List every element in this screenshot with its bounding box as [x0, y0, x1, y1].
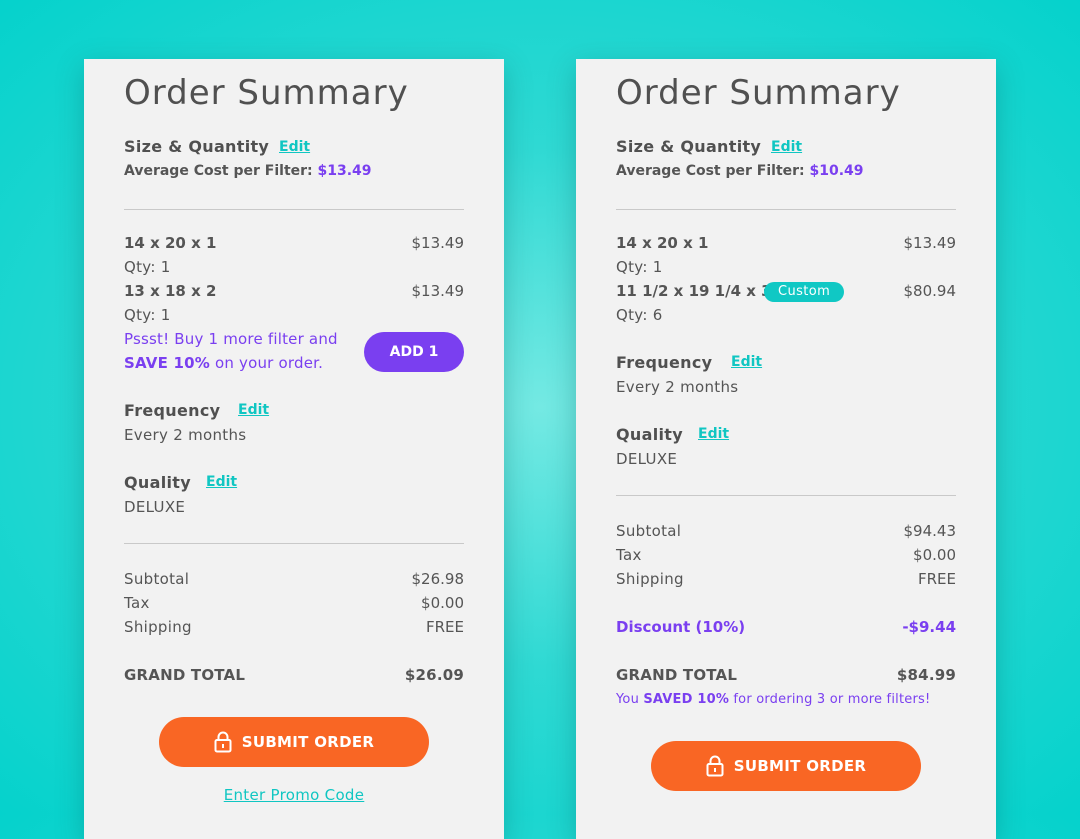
- discount-label: Discount (10%): [616, 618, 746, 636]
- edit-frequency-link[interactable]: Edit: [238, 402, 269, 418]
- subtotal-label: Subtotal: [124, 570, 190, 588]
- saved-rest: for ordering 3 or more filters!: [729, 692, 931, 707]
- order-summary-card-right: Order Summary Size & Quantity Edit Avera…: [576, 59, 996, 839]
- size-quantity-heading: Size & Quantity: [124, 137, 270, 156]
- add-one-button[interactable]: ADD 1: [364, 332, 464, 372]
- avg-cost-label: Average Cost per Filter:: [616, 163, 805, 179]
- edit-quality-link[interactable]: Edit: [206, 474, 237, 490]
- grand-total-value: $26.09: [404, 666, 464, 684]
- custom-badge: Custom: [764, 282, 845, 302]
- grand-total-value: $84.99: [896, 666, 956, 684]
- saved-prefix: You: [616, 692, 644, 707]
- enter-promo-code-link[interactable]: Enter Promo Code: [84, 786, 504, 804]
- item-name: 14 x 20 x 1: [616, 234, 709, 252]
- promo-line-1: Pssst! Buy 1 more filter and: [124, 330, 338, 348]
- item-qty: Qty: 1: [124, 258, 171, 276]
- subtotal-value: $26.98: [411, 570, 465, 588]
- tax-label: Tax: [616, 546, 642, 564]
- submit-order-button[interactable]: SUBMIT ORDER: [651, 741, 921, 791]
- item-qty: Qty: 6: [616, 306, 663, 324]
- item-price: $80.94: [903, 282, 957, 300]
- promo-rest-text: on your order.: [209, 354, 324, 372]
- submit-order-label: SUBMIT ORDER: [241, 733, 375, 751]
- shipping-value: FREE: [425, 618, 464, 636]
- edit-quality-link[interactable]: Edit: [698, 426, 729, 442]
- saved-bold: SAVED 10%: [643, 692, 730, 707]
- subtotal-value: $94.43: [903, 522, 957, 540]
- avg-cost-label: Average Cost per Filter:: [124, 163, 313, 179]
- submit-order-button[interactable]: SUBMIT ORDER: [159, 717, 429, 767]
- item-price: $13.49: [411, 282, 465, 300]
- shipping-label: Shipping: [616, 570, 684, 588]
- divider: [616, 209, 956, 210]
- divider: [124, 543, 464, 544]
- promo-message: Pssst! Buy 1 more filter and SAVE 10% on…: [124, 327, 338, 375]
- discount-value: -$9.44: [902, 618, 956, 636]
- quality-value: DELUXE: [616, 450, 678, 468]
- tax-value: $0.00: [421, 594, 464, 612]
- grand-total-label: GRAND TOTAL: [616, 666, 738, 684]
- tax-label: Tax: [124, 594, 150, 612]
- item-qty: Qty: 1: [616, 258, 663, 276]
- promo-save-text: SAVE 10%: [124, 354, 210, 372]
- avg-cost-value: $10.49: [809, 163, 864, 179]
- item-name: 14 x 20 x 1: [124, 234, 217, 252]
- item-name: 13 x 18 x 2: [124, 282, 217, 300]
- grand-total-label: GRAND TOTAL: [124, 666, 246, 684]
- frequency-value: Every 2 months: [616, 378, 739, 396]
- size-quantity-heading: Size & Quantity: [616, 137, 762, 156]
- lock-icon: [706, 755, 724, 777]
- item-price: $13.49: [903, 234, 957, 252]
- item-qty: Qty: 1: [124, 306, 171, 324]
- edit-size-quantity-link[interactable]: Edit: [279, 139, 310, 155]
- divider: [616, 495, 956, 496]
- avg-cost-row: Average Cost per Filter: $10.49: [616, 163, 864, 179]
- quality-heading: Quality: [124, 473, 191, 492]
- avg-cost-value: $13.49: [317, 163, 372, 179]
- edit-size-quantity-link[interactable]: Edit: [771, 139, 802, 155]
- lock-icon: [214, 731, 232, 753]
- tax-value: $0.00: [913, 546, 956, 564]
- edit-frequency-link[interactable]: Edit: [731, 354, 762, 370]
- avg-cost-row: Average Cost per Filter: $13.49: [124, 163, 372, 179]
- frequency-heading: Frequency: [616, 353, 713, 372]
- page-title: Order Summary: [124, 73, 409, 113]
- order-summary-card-left: Order Summary Size & Quantity Edit Avera…: [84, 59, 504, 839]
- subtotal-label: Subtotal: [616, 522, 682, 540]
- savings-message: You SAVED 10% for ordering 3 or more fil…: [616, 692, 930, 707]
- quality-value: DELUXE: [124, 498, 186, 516]
- submit-order-label: SUBMIT ORDER: [733, 757, 867, 775]
- shipping-label: Shipping: [124, 618, 192, 636]
- shipping-value: FREE: [917, 570, 956, 588]
- quality-heading: Quality: [616, 425, 683, 444]
- promo-line-2: SAVE 10% on your order.: [124, 351, 338, 375]
- divider: [124, 209, 464, 210]
- frequency-heading: Frequency: [124, 401, 221, 420]
- page-title: Order Summary: [616, 73, 901, 113]
- item-name: 11 1/2 x 19 1/4 x 3: [616, 282, 772, 300]
- item-price: $13.49: [411, 234, 465, 252]
- frequency-value: Every 2 months: [124, 426, 247, 444]
